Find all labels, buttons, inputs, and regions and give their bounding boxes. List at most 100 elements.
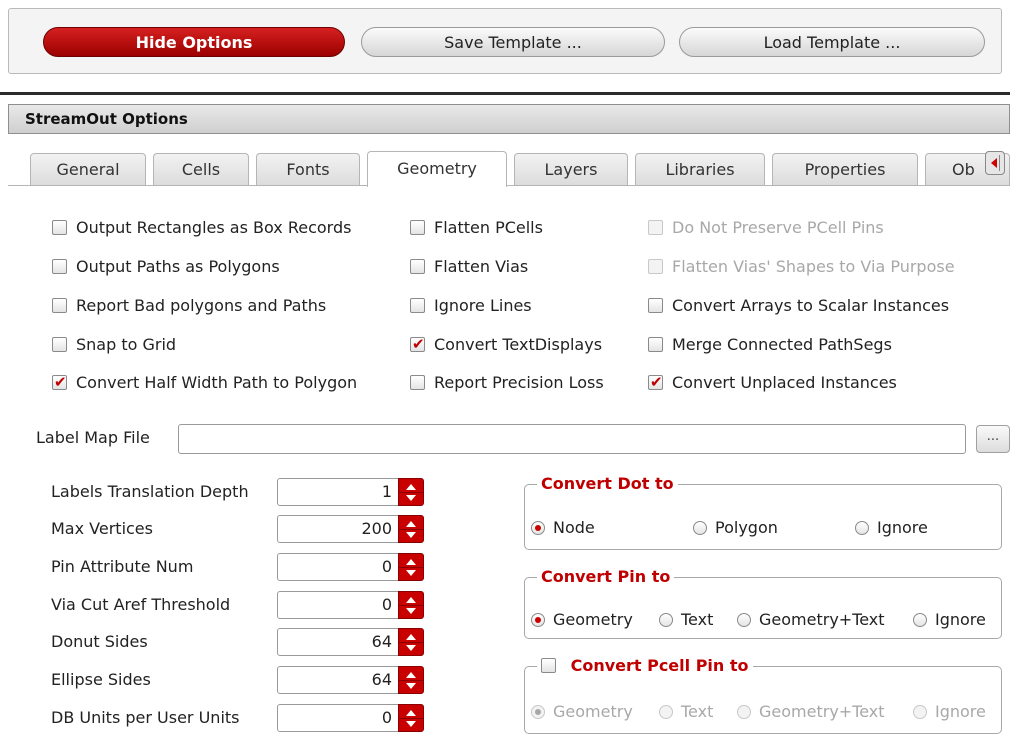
pin-attribute-num-label: Pin Attribute Num: [51, 557, 194, 576]
convert-pcell-pin-title-wrap: Convert Pcell Pin to: [537, 655, 753, 677]
spinbox-stepper[interactable]: [398, 704, 424, 732]
spinbox-stepper[interactable]: [398, 628, 424, 656]
hide-options-button[interactable]: Hide Options: [43, 27, 345, 57]
max-vertices-spinbox[interactable]: 200: [277, 515, 425, 543]
spinbox-value[interactable]: 0: [277, 591, 399, 619]
checkbox-box[interactable]: [52, 337, 67, 352]
radio-dot[interactable]: [913, 705, 927, 719]
checkbox-box[interactable]: [410, 220, 425, 235]
tab-libraries[interactable]: Libraries: [635, 153, 765, 185]
spinbox-stepper[interactable]: [398, 666, 424, 694]
checkmark-icon: ✔: [650, 373, 663, 391]
radio-dot[interactable]: [659, 613, 673, 627]
arrow-down-icon: [406, 495, 416, 501]
radio-dot[interactable]: [913, 613, 927, 627]
checkbox-box[interactable]: ✔: [410, 335, 425, 353]
streamout-options-header[interactable]: StreamOut Options: [8, 104, 1010, 134]
checkbox-box[interactable]: [52, 220, 67, 235]
arrow-down-icon: [406, 608, 416, 614]
checkbox-label: Merge Connected PathSegs: [672, 335, 892, 354]
via-cut-aref-threshold-spinbox[interactable]: 0: [277, 591, 425, 619]
tab-layers[interactable]: Layers: [514, 153, 628, 185]
spinbox-value[interactable]: 0: [277, 704, 399, 732]
checkbox-box[interactable]: [648, 337, 663, 352]
spinbox-value[interactable]: 0: [277, 553, 399, 581]
checkbox-label: Convert Unplaced Instances: [672, 373, 897, 392]
checkbox-box[interactable]: [410, 375, 425, 390]
checkbox-box[interactable]: [52, 298, 67, 313]
checkbox-box[interactable]: ✔: [52, 373, 67, 391]
radio-dot[interactable]: [531, 521, 545, 535]
ellipse-sides-spinbox[interactable]: 64: [277, 666, 425, 694]
spinbox-stepper[interactable]: [398, 553, 424, 581]
checkbox-label: Flatten Vias' Shapes to Via Purpose: [672, 257, 955, 276]
tab-general[interactable]: General: [30, 153, 146, 185]
checkbox-box[interactable]: [410, 298, 425, 313]
checkmark-icon: ✔: [412, 335, 425, 353]
spinbox-stepper[interactable]: [398, 515, 424, 543]
checkbox-box[interactable]: ✔: [648, 373, 663, 391]
spinbox-stepper[interactable]: [398, 591, 424, 619]
donut-sides-label: Donut Sides: [51, 632, 148, 651]
tab-panel-border: [8, 185, 1010, 186]
checkbox-box[interactable]: [648, 259, 663, 274]
labels-translation-depth-spinbox[interactable]: 1: [277, 478, 425, 506]
checkbox-label: Convert Arrays to Scalar Instances: [672, 296, 950, 315]
radio-dot[interactable]: [855, 521, 869, 535]
arrow-down-icon: [406, 645, 416, 651]
checkbox-box[interactable]: [541, 658, 556, 673]
arrow-down-icon: [406, 532, 416, 538]
spinbox-value[interactable]: 1: [277, 478, 399, 506]
spinbox-value[interactable]: 64: [277, 666, 399, 694]
radio-label: Geometry: [553, 610, 633, 629]
arrow-up-icon: [406, 521, 416, 527]
radio-dot[interactable]: [737, 613, 751, 627]
radio-label: Polygon: [715, 518, 778, 537]
radio-label: Geometry+Text: [759, 702, 885, 721]
db-units-per-user-units-label: DB Units per User Units: [51, 708, 240, 727]
pin-attribute-num-spinbox[interactable]: 0: [277, 553, 425, 581]
donut-sides-spinbox[interactable]: 64: [277, 628, 425, 656]
spinbox-value[interactable]: 64: [277, 628, 399, 656]
spinbox-stepper[interactable]: [398, 478, 424, 506]
convert-pcell-pin-checkbox[interactable]: [541, 655, 557, 677]
label-map-file-label: Label Map File: [36, 428, 150, 447]
checkbox-label: Snap to Grid: [76, 335, 177, 354]
radio-label: Geometry: [553, 702, 633, 721]
spinbox-value[interactable]: 200: [277, 515, 399, 543]
checkbox-label: Convert TextDisplays: [434, 335, 603, 354]
radio-dot[interactable]: [693, 521, 707, 535]
tab-properties[interactable]: Properties: [772, 153, 918, 185]
tab-cells[interactable]: Cells: [153, 153, 249, 185]
checkbox-label: Do Not Preserve PCell Pins: [672, 218, 884, 237]
convert-pcell-pin-title: Convert Pcell Pin to: [570, 656, 749, 675]
arrow-up-icon: [406, 484, 416, 490]
radio-label: Ignore: [935, 610, 986, 629]
arrow-up-icon: [406, 597, 416, 603]
section-divider: [0, 92, 1010, 95]
load-template-button[interactable]: Load Template ...: [679, 27, 985, 57]
radio-label: Ignore: [935, 702, 986, 721]
arrow-up-icon: [406, 710, 416, 716]
radio-dot[interactable]: [737, 705, 751, 719]
checkbox-box[interactable]: [52, 259, 67, 274]
radio-dot[interactable]: [659, 705, 673, 719]
radio-dot[interactable]: [531, 705, 545, 719]
db-units-per-user-units-spinbox[interactable]: 0: [277, 704, 425, 732]
labels-translation-depth-label: Labels Translation Depth: [51, 482, 249, 501]
checkbox-box[interactable]: [648, 220, 663, 235]
browse-button[interactable]: ...: [976, 425, 1010, 453]
convert-pin-group: Convert Pin to Geometry Text Geometry+Te…: [524, 566, 1002, 639]
tab-fonts[interactable]: Fonts: [256, 153, 360, 185]
tab-scroll-left-button[interactable]: [985, 151, 1005, 175]
checkbox-box[interactable]: [410, 259, 425, 274]
radio-label: Geometry+Text: [759, 610, 885, 629]
ellipse-sides-label: Ellipse Sides: [51, 670, 151, 689]
checkbox-box[interactable]: [648, 298, 663, 313]
radio-dot[interactable]: [531, 613, 545, 627]
arrow-up-icon: [406, 634, 416, 640]
radio-label: Node: [553, 518, 595, 537]
save-template-button[interactable]: Save Template ...: [361, 27, 665, 57]
tab-geometry[interactable]: Geometry: [367, 151, 507, 187]
label-map-file-input[interactable]: [178, 424, 966, 454]
